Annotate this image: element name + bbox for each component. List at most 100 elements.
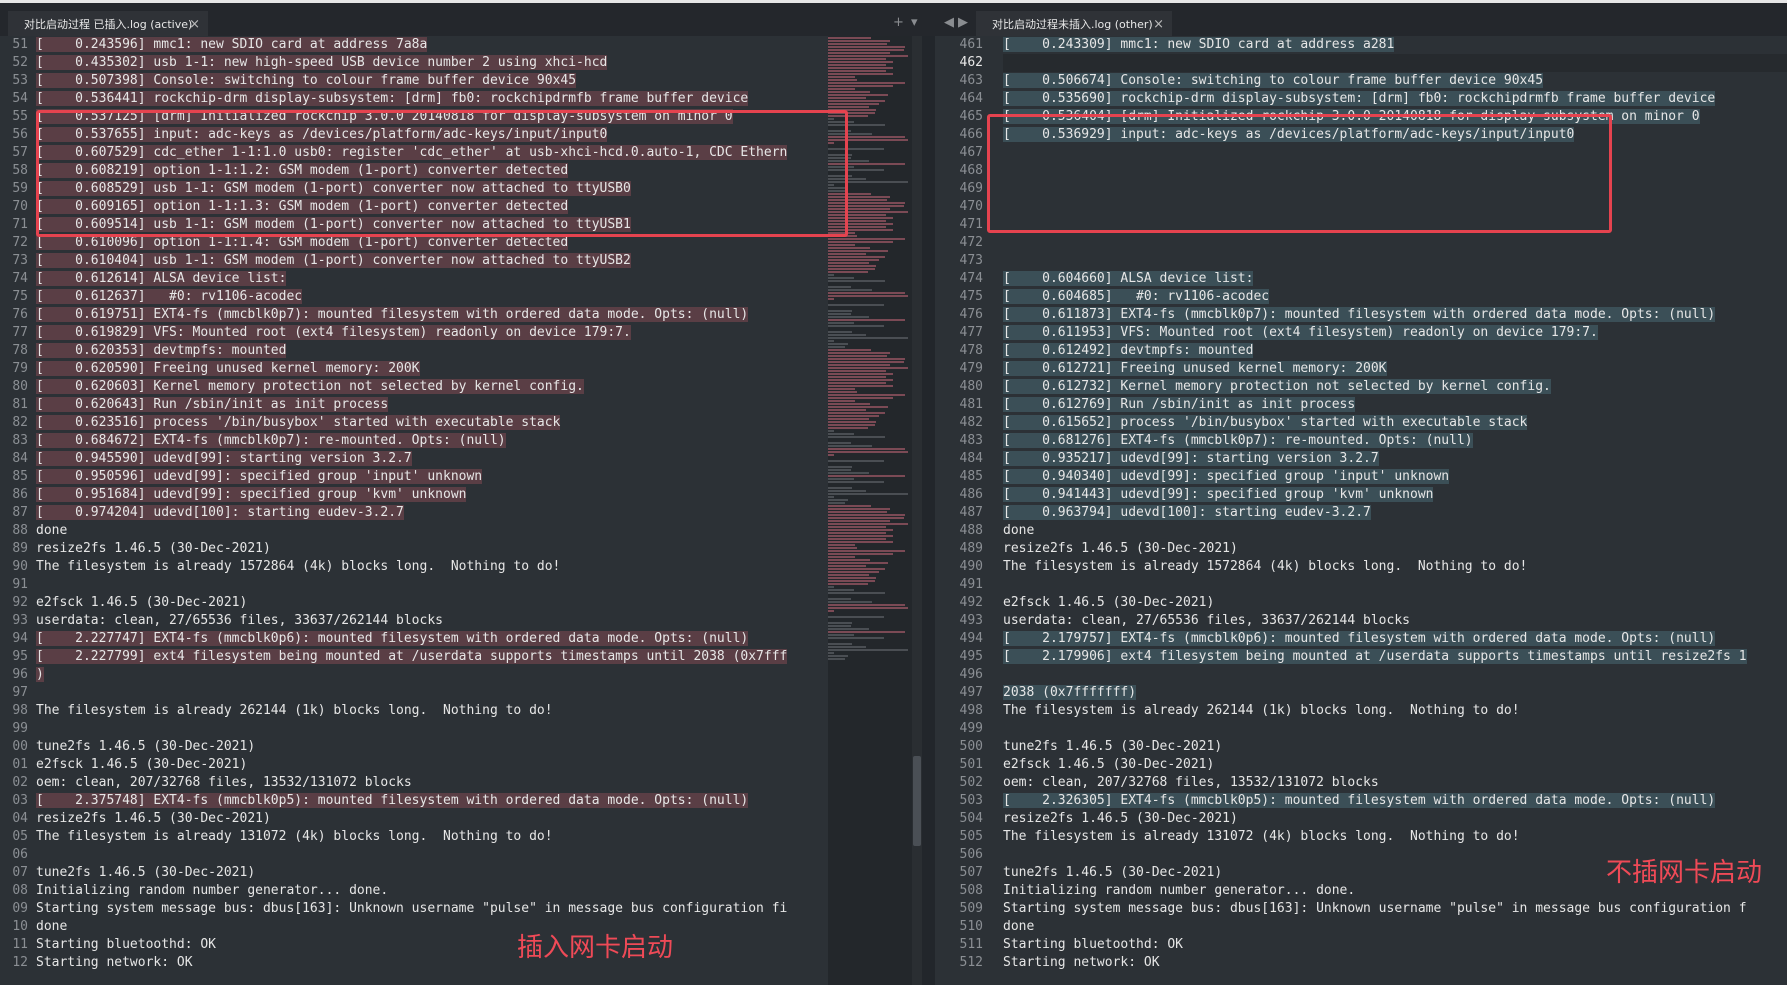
code-line[interactable]: [ 0.620353] devtmpfs: mounted (36, 342, 828, 360)
code-line[interactable]: [ 0.612637] #0: rv1106-acodec (36, 288, 828, 306)
tab-left-file[interactable]: 对比启动过程 已插入.log (active) × (8, 11, 208, 39)
code-line[interactable] (36, 720, 828, 738)
code-line[interactable]: [ 2.179757] EXT4-fs (mmcblk0p6): mounted… (1003, 630, 1787, 648)
code-line[interactable] (1003, 576, 1787, 594)
code-line[interactable]: oem: clean, 207/32768 files, 13532/13107… (36, 774, 828, 792)
code-line[interactable]: [ 0.243309] mmc1: new SDIO card at addre… (1003, 36, 1787, 54)
code-line[interactable]: tune2fs 1.46.5 (30-Dec-2021) (36, 738, 828, 756)
code-line[interactable]: tune2fs 1.46.5 (30-Dec-2021) (1003, 738, 1787, 756)
code-line[interactable]: e2fsck 1.46.5 (30-Dec-2021) (36, 756, 828, 774)
line-number: 92 (12, 595, 28, 610)
scrollbar-thumb-left[interactable] (913, 756, 921, 846)
code-line[interactable]: [ 0.612492] devtmpfs: mounted (1003, 342, 1787, 360)
code-line[interactable]: [ 0.612721] Freeing unused kernel memory… (1003, 360, 1787, 378)
code-line[interactable]: [ 0.681276] EXT4-fs (mmcblk0p7): re-moun… (1003, 432, 1787, 450)
code-line[interactable] (1003, 666, 1787, 684)
code-line[interactable]: [ 0.611953] VFS: Mounted root (ext4 file… (1003, 324, 1787, 342)
code-line[interactable]: [ 0.941443] udevd[99]: specified group '… (1003, 486, 1787, 504)
code-line[interactable]: [ 0.615652] process '/bin/busybox' start… (1003, 414, 1787, 432)
code-line[interactable]: ) (36, 666, 828, 684)
code-line[interactable]: [ 0.620590] Freeing unused kernel memory… (36, 360, 828, 378)
code-line[interactable]: [ 0.620643] Run /sbin/init as init proce… (36, 396, 828, 414)
code-line[interactable]: Starting system message bus: dbus[163]: … (1003, 900, 1787, 918)
code-line[interactable]: [ 0.604660] ALSA device list: (1003, 270, 1787, 288)
code-line[interactable]: [ 0.963794] udevd[100]: starting eudev-3… (1003, 504, 1787, 522)
code-line[interactable]: The filesystem is already 262144 (1k) bl… (36, 702, 828, 720)
tab-right-file[interactable]: 对比启动过程未插入.log (other) × (976, 11, 1172, 39)
code-line[interactable]: [ 0.506674] Console: switching to colour… (1003, 72, 1787, 90)
code-line[interactable]: [ 2.326305] EXT4-fs (mmcblk0p5): mounted… (1003, 792, 1787, 810)
code-line[interactable]: The filesystem is already 131072 (4k) bl… (36, 828, 828, 846)
code-line[interactable] (36, 846, 828, 864)
code-line[interactable]: [ 0.536441] rockchip-drm display-subsyst… (36, 90, 828, 108)
code-line[interactable]: userdata: clean, 27/65536 files, 33637/2… (36, 612, 828, 630)
code-line[interactable] (1003, 252, 1787, 270)
code-line[interactable]: [ 2.227799] ext4 filesystem being mounte… (36, 648, 828, 666)
next-diff-icon[interactable]: ▶ (958, 15, 968, 31)
code-line[interactable]: e2fsck 1.46.5 (30-Dec-2021) (1003, 756, 1787, 774)
code-line[interactable]: [ 0.612769] Run /sbin/init as init proce… (1003, 396, 1787, 414)
code-line[interactable]: done (36, 522, 828, 540)
code-line[interactable]: [ 0.610404] usb 1-1: GSM modem (1-port) … (36, 252, 828, 270)
code-line[interactable]: resize2fs 1.46.5 (30-Dec-2021) (36, 540, 828, 558)
code-line[interactable]: [ 0.535690] rockchip-drm display-subsyst… (1003, 90, 1787, 108)
code-line[interactable]: [ 0.507398] Console: switching to colour… (36, 72, 828, 90)
code-line[interactable]: Initializing random number generator... … (36, 882, 828, 900)
code-line[interactable]: [ 0.951684] udevd[99]: specified group '… (36, 486, 828, 504)
code-line[interactable] (36, 684, 828, 702)
code-line[interactable]: e2fsck 1.46.5 (30-Dec-2021) (1003, 594, 1787, 612)
code-line[interactable]: Starting bluetoothd: OK (1003, 936, 1787, 954)
prev-diff-icon[interactable]: ◀ (944, 15, 954, 31)
code-line[interactable]: resize2fs 1.46.5 (30-Dec-2021) (36, 810, 828, 828)
code-line-text: [ 0.963794] udevd[100]: starting eudev-3… (1003, 505, 1371, 520)
code-line[interactable]: [ 0.620603] Kernel memory protection not… (36, 378, 828, 396)
code-line[interactable]: [ 0.935217] udevd[99]: starting version … (1003, 450, 1787, 468)
code-line[interactable]: [ 0.950596] udevd[99]: specified group '… (36, 468, 828, 486)
code-line[interactable]: [ 0.619829] VFS: Mounted root (ext4 file… (36, 324, 828, 342)
code-line[interactable]: [ 0.604685] #0: rv1106-acodec (1003, 288, 1787, 306)
code-line[interactable]: tune2fs 1.46.5 (30-Dec-2021) (36, 864, 828, 882)
code-line[interactable]: [ 0.612732] Kernel memory protection not… (1003, 378, 1787, 396)
code-line[interactable]: The filesystem is already 1572864 (4k) b… (1003, 558, 1787, 576)
code-line[interactable]: done (1003, 918, 1787, 936)
code-line[interactable]: [ 0.612614] ALSA device list: (36, 270, 828, 288)
code-line[interactable]: Starting network: OK (36, 954, 828, 972)
code-line[interactable]: 2038 (0x7fffffff) (1003, 684, 1787, 702)
code-line[interactable]: e2fsck 1.46.5 (30-Dec-2021) (36, 594, 828, 612)
code-line[interactable]: [ 2.179906] ext4 filesystem being mounte… (1003, 648, 1787, 666)
code-line[interactable]: The filesystem is already 262144 (1k) bl… (1003, 702, 1787, 720)
code-line[interactable] (1003, 54, 1787, 72)
code-line[interactable]: [ 2.227747] EXT4-fs (mmcblk0p6): mounted… (36, 630, 828, 648)
code-line-text: [ 0.507398] Console: switching to colour… (36, 73, 577, 88)
code-line[interactable]: [ 0.684672] EXT4-fs (mmcblk0p7): re-moun… (36, 432, 828, 450)
code-line[interactable]: oem: clean, 207/32768 files, 13532/13107… (1003, 774, 1787, 792)
pane-splitter[interactable] (922, 36, 935, 985)
code-line[interactable]: [ 0.435302] usb 1-1: new high-speed USB … (36, 54, 828, 72)
code-line[interactable]: resize2fs 1.46.5 (30-Dec-2021) (1003, 810, 1787, 828)
code-line[interactable]: resize2fs 1.46.5 (30-Dec-2021) (1003, 540, 1787, 558)
code-line[interactable]: [ 2.375748] EXT4-fs (mmcblk0p5): mounted… (36, 792, 828, 810)
code-line[interactable]: userdata: clean, 27/65536 files, 33637/2… (1003, 612, 1787, 630)
tab-right-close-icon[interactable]: × (1153, 11, 1164, 39)
code-line[interactable] (1003, 720, 1787, 738)
code-line[interactable]: [ 0.619751] EXT4-fs (mmcblk0p7): mounted… (36, 306, 828, 324)
code-line[interactable]: [ 0.243596] mmc1: new SDIO card at addre… (36, 36, 828, 54)
code-line[interactable]: [ 0.623516] process '/bin/busybox' start… (36, 414, 828, 432)
code-line[interactable]: The filesystem is already 131072 (4k) bl… (1003, 828, 1787, 846)
code-line[interactable]: Starting network: OK (1003, 954, 1787, 972)
code-line[interactable]: [ 0.945590] udevd[99]: starting version … (36, 450, 828, 468)
code-line[interactable]: [ 0.611873] EXT4-fs (mmcblk0p7): mounted… (1003, 306, 1787, 324)
code-line[interactable]: done (36, 918, 828, 936)
new-tab-icon[interactable]: + (893, 15, 904, 31)
code-line[interactable] (36, 576, 828, 594)
code-line[interactable]: [ 0.974204] udevd[100]: starting eudev-3… (36, 504, 828, 522)
code-line[interactable]: The filesystem is already 1572864 (4k) b… (36, 558, 828, 576)
tab-menu-icon[interactable]: ▾ (911, 15, 918, 31)
code-line[interactable] (1003, 234, 1787, 252)
code-line[interactable]: [ 0.940340] udevd[99]: specified group '… (1003, 468, 1787, 486)
code-line[interactable]: Starting system message bus: dbus[163]: … (36, 900, 828, 918)
code-line[interactable]: done (1003, 522, 1787, 540)
minimap-row (828, 286, 851, 288)
code-line[interactable]: Starting bluetoothd: OK (36, 936, 828, 954)
tab-left-close-icon[interactable]: × (189, 11, 200, 39)
